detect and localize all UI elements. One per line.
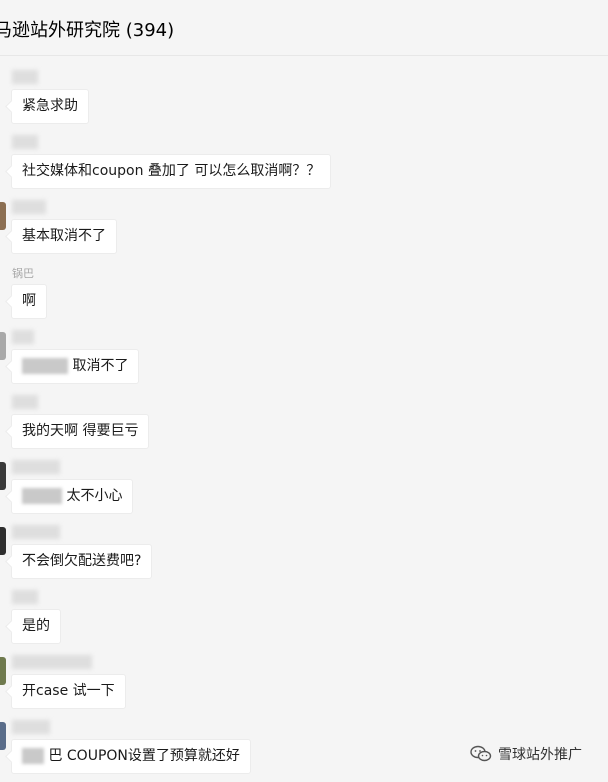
message-item: 紧急求助 (0, 64, 608, 124)
message-bubble[interactable]: 不会倒欠配送费吧? (11, 544, 153, 579)
sender-name (12, 720, 50, 734)
avatar[interactable] (0, 527, 6, 555)
sender-name (12, 330, 34, 344)
message-text: 社交媒体和coupon 叠加了 可以怎么取消啊？？ (22, 163, 321, 179)
chat-header: 马逊站外研究院 (394) (0, 0, 608, 56)
message-text: 取消不了 (72, 358, 129, 374)
message-bubble[interactable]: 太不小心 (11, 479, 134, 514)
sender-name (12, 395, 38, 409)
redacted-text (22, 488, 62, 504)
message-text: 太不小心 (66, 488, 123, 504)
message-text: 是的 (22, 618, 50, 634)
message-bubble[interactable]: 是的 (11, 609, 61, 644)
message-bubble[interactable]: 紧急求助 (11, 89, 89, 124)
sender-name (12, 200, 46, 214)
avatar[interactable] (0, 202, 6, 230)
message-bubble[interactable]: 社交媒体和coupon 叠加了 可以怎么取消啊？？ (11, 154, 332, 189)
sender-name (12, 525, 60, 539)
message-bubble[interactable]: 开case 试一下 (11, 674, 126, 709)
message-text: 基本取消不了 (22, 228, 106, 244)
sender-name (12, 70, 38, 84)
message-bubble[interactable]: 基本取消不了 (11, 219, 117, 254)
sender-name (12, 460, 60, 474)
sender-name (12, 655, 92, 669)
message-bubble[interactable]: 啊 (11, 284, 47, 319)
message-item: 社交媒体和coupon 叠加了 可以怎么取消啊？？ (0, 129, 608, 189)
sender-name (12, 590, 38, 604)
redacted-text (22, 358, 68, 374)
message-text: 啊 (22, 293, 36, 309)
message-item: 取消不了 (0, 324, 608, 384)
message-item: 是的 (0, 584, 608, 644)
message-text: 巴 COUPON设置了预算就还好 (48, 748, 240, 764)
avatar[interactable] (0, 657, 6, 685)
message-item: 我的天啊 得要巨亏 (0, 389, 608, 449)
message-text: 不会倒欠配送费吧? (22, 553, 142, 569)
redacted-text (22, 748, 44, 764)
message-item: 不会倒欠配送费吧? (0, 519, 608, 579)
avatar[interactable] (0, 332, 6, 360)
message-bubble[interactable]: 取消不了 (11, 349, 140, 384)
sender-name (12, 135, 38, 149)
message-text: 紧急求助 (22, 98, 78, 114)
message-text: 我的天啊 得要巨亏 (22, 423, 139, 439)
sender-name: 锅巴 (12, 267, 34, 280)
message-text: 开case 试一下 (22, 683, 115, 699)
message-item: 太不小心 (0, 454, 608, 514)
wechat-icon (470, 745, 492, 763)
chat-title[interactable]: 马逊站外研究院 (394) (0, 16, 174, 42)
message-item: 基本取消不了 (0, 194, 608, 254)
message-bubble[interactable]: 巴 COUPON设置了预算就还好 (11, 739, 251, 774)
avatar[interactable] (0, 722, 6, 750)
message-item: 开case 试一下 (0, 649, 608, 709)
message-item: 锅巴 啊 (0, 259, 608, 319)
message-list[interactable]: 紧急求助 社交媒体和coupon 叠加了 可以怎么取消啊？？ 基本取消不了 锅巴… (0, 56, 608, 782)
message-bubble[interactable]: 我的天啊 得要巨亏 (11, 414, 150, 449)
avatar[interactable] (0, 462, 6, 490)
watermark: 雪球站外推广 (470, 744, 582, 764)
watermark-text: 雪球站外推广 (498, 747, 582, 763)
